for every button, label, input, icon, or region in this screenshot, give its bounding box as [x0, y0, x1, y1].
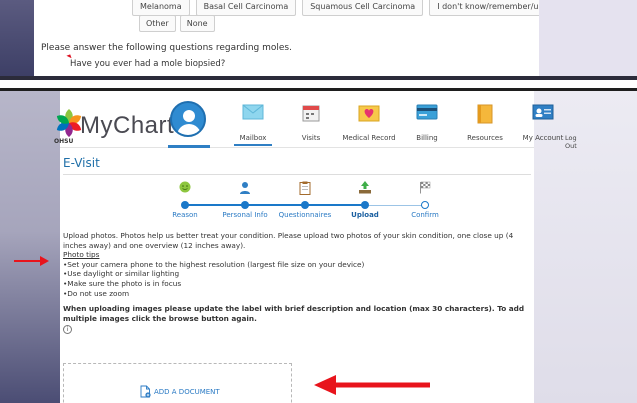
- id-card-icon: [532, 104, 554, 120]
- evisit-screenshot: MyChart OHSU Mailbox Visits Medical Reco…: [0, 91, 637, 403]
- tip-item: •Set your camera phone to the highest re…: [63, 259, 365, 269]
- step-label: Confirm: [411, 211, 439, 219]
- left-background: [0, 0, 34, 76]
- evisit-content: E-Visit Reason Personal Info Questionnai…: [60, 149, 534, 403]
- heart-folder-icon: [358, 105, 380, 122]
- tip-item: •Do not use zoom: [63, 288, 130, 298]
- clipboard-icon: [299, 181, 311, 195]
- upload-intro: Upload photos. Photos help us better tre…: [63, 231, 514, 250]
- nav-active-underline: [234, 144, 272, 146]
- step-label: Upload: [351, 211, 379, 219]
- annotation-arrow-icon: [314, 375, 430, 395]
- previous-screenshot-strip: Melanoma Basal Cell Carcinoma Squamous C…: [0, 0, 637, 80]
- nav-label: Billing: [416, 134, 438, 142]
- step-connector: [365, 205, 425, 206]
- answer-chip[interactable]: None: [179, 15, 215, 32]
- step-dot: [241, 201, 249, 209]
- step-label: Personal Info: [222, 211, 268, 219]
- instructions: Upload photos. Photos help us better tre…: [63, 231, 531, 335]
- answer-chip[interactable]: Other: [139, 15, 176, 32]
- tip-item: •Make sure the photo is in focus: [63, 278, 182, 288]
- smiley-icon: [179, 181, 191, 193]
- nav-label: Visits: [301, 134, 321, 142]
- step-dot: [301, 201, 309, 209]
- step-dot: [361, 201, 369, 209]
- step-label: Reason: [172, 211, 198, 219]
- page-title: E-Visit: [63, 156, 100, 170]
- upload-tray-icon: [359, 181, 371, 194]
- add-document-button[interactable]: ADD A DOCUMENT: [140, 385, 220, 398]
- calendar-icon: [302, 105, 320, 122]
- step-connector: [185, 204, 365, 206]
- nav-label: Mailbox: [239, 134, 267, 142]
- add-document-icon: [140, 385, 151, 398]
- right-background: [539, 0, 637, 76]
- answer-chip-row: Melanoma Basal Cell Carcinoma Squamous C…: [132, 0, 578, 16]
- left-background: [0, 91, 60, 403]
- avatar-body: [177, 124, 201, 135]
- answer-chip[interactable]: Squamous Cell Carcinoma: [302, 0, 424, 16]
- book-icon: [477, 104, 493, 124]
- nav-medical-record[interactable]: Medical Record: [340, 94, 398, 148]
- avatar-underline: [168, 145, 210, 148]
- envelope-icon: [242, 104, 264, 120]
- nav-label: Medical Record: [342, 134, 396, 142]
- step-dot: [421, 201, 429, 209]
- answer-chip-row: Other None: [139, 15, 215, 32]
- avatar[interactable]: [170, 101, 206, 137]
- title-divider: [63, 174, 531, 175]
- spacer: [0, 80, 637, 88]
- checkered-flag-icon: [420, 181, 431, 194]
- add-document-label: ADD A DOCUMENT: [154, 387, 220, 396]
- question-text: Have you ever had a mole biopsied?: [70, 59, 226, 69]
- photo-tips-link[interactable]: Photo tips: [63, 250, 99, 259]
- answer-chip[interactable]: Melanoma: [132, 0, 190, 16]
- progress-stepper: Reason Personal Info Questionnaires Uplo…: [155, 181, 439, 229]
- main-nav: Mailbox Visits Medical Record Billing Re…: [224, 94, 572, 148]
- nav-my-account[interactable]: My Account: [514, 94, 572, 148]
- step-label: Questionnaires: [278, 211, 332, 219]
- app-logo-text[interactable]: MyChart: [80, 112, 174, 140]
- credit-card-icon: [416, 104, 438, 120]
- nav-billing[interactable]: Billing: [398, 94, 456, 148]
- tip-item: •Use daylight or similar lighting: [63, 269, 180, 279]
- logout-link[interactable]: Log Out: [565, 134, 577, 150]
- info-icon[interactable]: i: [63, 325, 72, 335]
- upload-dropzone[interactable]: ADD A DOCUMENT: [63, 363, 292, 403]
- avatar-head: [183, 110, 195, 122]
- nav-label: My Account: [522, 134, 564, 142]
- nav-visits[interactable]: Visits: [282, 94, 340, 148]
- annotation-arrow-icon: [14, 256, 49, 266]
- nav-resources[interactable]: Resources: [456, 94, 514, 148]
- step-dot: [181, 201, 189, 209]
- nav-label: Resources: [467, 134, 503, 142]
- nav-mailbox[interactable]: Mailbox: [224, 94, 282, 148]
- upload-note: When uploading images please update the …: [63, 304, 525, 323]
- question-intro: Please answer the following questions re…: [41, 43, 292, 53]
- answer-chip[interactable]: Basal Cell Carcinoma: [195, 0, 297, 16]
- app-header: MyChart OHSU Mailbox Visits Medical Reco…: [54, 94, 577, 150]
- org-label: OHSU: [54, 138, 74, 145]
- person-icon: [240, 182, 250, 194]
